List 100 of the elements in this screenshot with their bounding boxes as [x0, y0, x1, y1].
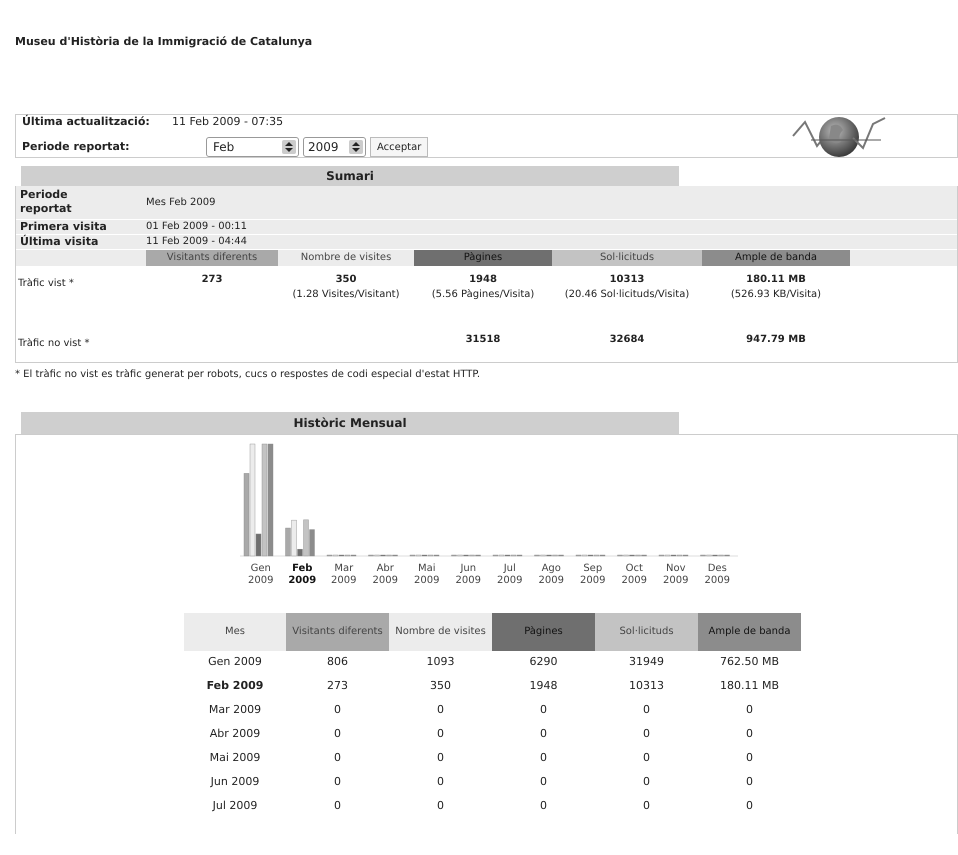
table-cell-text: 0: [745, 798, 754, 814]
section-header: Històric Mensual: [21, 412, 679, 434]
year-label: 2009: [663, 574, 688, 586]
cell-detail: (20.46 Sol·licituds/Visita): [564, 288, 690, 302]
table-cell-text: 0: [539, 774, 548, 790]
column-header: Ample de banda: [698, 612, 801, 650]
update-time: 11 Feb 2009 - 07:35: [172, 114, 284, 130]
column-header: Visitants diferents: [286, 612, 389, 650]
month-label: Jun: [460, 562, 476, 574]
table-cell-text: 180.11 MB: [718, 678, 780, 694]
cell-detail: (1.28 Visites/Visitant): [292, 288, 400, 302]
year-label: 2009: [704, 574, 730, 586]
month-cell-text: Feb 2009: [206, 678, 264, 694]
column-header: Sol·licituds: [595, 612, 698, 650]
cell-value: 273: [202, 272, 222, 286]
table-cell-text: 0: [539, 750, 548, 766]
accept-button[interactable]: Acceptar: [370, 137, 428, 158]
table-cell-text: 762.50 MB: [718, 654, 780, 670]
table-cell-text: 0: [642, 798, 651, 814]
row-label: Última visita: [19, 234, 100, 248]
year-label: 2009: [538, 574, 564, 586]
year-label: 2009: [456, 574, 481, 586]
column-header: Pàgines: [414, 250, 552, 266]
table-cell-text: 0: [333, 726, 342, 742]
month-label: Mai: [418, 562, 436, 574]
cell-value: 947.79 MB: [746, 332, 806, 346]
cell-detail: (526.93 KB/Visita): [730, 288, 822, 302]
column-header: Sol·licituds: [552, 250, 702, 266]
month-label: Mar: [334, 562, 354, 574]
year-label: 2009: [288, 574, 316, 586]
year-select[interactable]: 2009: [303, 137, 366, 158]
table-cell-text: 0: [333, 750, 342, 766]
cell-value: 31518: [466, 332, 500, 346]
table-cell-text: 0: [539, 798, 548, 814]
field-label: Periode reportat:: [22, 139, 131, 155]
year-label: 2009: [580, 574, 606, 586]
month-cell-text: Jun 2009: [209, 774, 260, 790]
row-label: Tràfic no vist *: [17, 336, 90, 350]
table-cell-text: 0: [642, 750, 651, 766]
month-label: Abr: [376, 562, 394, 574]
row-label: Tràfic vist *: [17, 276, 75, 290]
table-cell-text: 0: [642, 774, 651, 790]
row-label: Periode reportat: [19, 188, 73, 216]
row-value: 01 Feb 2009 - 00:11: [146, 220, 248, 234]
column-header: Mes: [184, 612, 286, 650]
row-label: Primera visita: [19, 220, 108, 234]
spinner-arrows-icon: [349, 140, 363, 154]
month-cell-text: Mar 2009: [208, 702, 262, 718]
month-label: Sep: [583, 562, 602, 574]
table-cell-text: 350: [429, 678, 452, 694]
year-label: 2009: [248, 574, 274, 586]
table-cell-text: 0: [333, 774, 342, 790]
year-label: 2009: [414, 574, 440, 586]
month-cell-text: Jul 2009: [211, 798, 258, 814]
table-cell-text: 0: [745, 774, 754, 790]
table-cell-text: 0: [333, 702, 342, 718]
year-label: 2009: [497, 574, 522, 586]
table-cell-text: 0: [745, 702, 754, 718]
year-label: 2009: [331, 574, 356, 586]
month-cell-text: Mai 2009: [208, 750, 262, 766]
table-cell-text: 1093: [426, 654, 456, 670]
month-label: Des: [708, 562, 727, 574]
table-cell-text: 0: [539, 726, 548, 742]
year-label: 2009: [372, 574, 398, 586]
year-label: 2009: [622, 574, 647, 586]
table-cell-text: 0: [436, 750, 445, 766]
field-label: Última actualització:: [22, 114, 151, 130]
table-cell-text: 0: [333, 798, 342, 814]
table-cell-text: 0: [539, 702, 548, 718]
table-cell-text: 0: [436, 798, 445, 814]
column-header: Visitants diferents: [146, 250, 278, 266]
footnote: * El tràfic no vist es tràfic generat per robots, cucs o respostes de codi especial d'estat HTTP.: [15, 368, 482, 382]
table-cell-text: 0: [642, 702, 651, 718]
month-label: Feb: [292, 562, 312, 574]
row-value: 11 Feb 2009 - 04:44: [146, 235, 248, 249]
month-label: Oct: [626, 562, 643, 574]
spinner-arrows-icon: [282, 140, 296, 154]
table-cell-text: 0: [745, 750, 754, 766]
column-header: Ample de banda: [702, 250, 850, 266]
table-cell-text: 0: [436, 702, 445, 718]
table-cell-text: 273: [326, 678, 349, 694]
month-label: Gen: [250, 562, 271, 574]
column-header: Nombre de visites: [389, 612, 492, 650]
table-cell-text: 0: [436, 726, 445, 742]
page-title: Museu d'Història de la Immigració de Catalunya: [15, 34, 314, 50]
cell-value: 32684: [610, 332, 644, 346]
cell-value: 350: [336, 272, 356, 286]
table-cell-text: 0: [745, 726, 754, 742]
table-cell-text: 0: [642, 726, 651, 742]
cell-value: 1948: [469, 272, 497, 286]
month-cell-text: Gen 2009: [207, 654, 263, 670]
month-label: Nov: [666, 562, 686, 574]
cell-value: 10313: [610, 272, 644, 286]
table-cell-text: 6290: [528, 654, 558, 670]
cell-detail: (5.56 Pàgines/Visita): [432, 288, 534, 302]
section-header: Sumari: [21, 166, 679, 186]
month-select[interactable]: Feb: [206, 137, 299, 158]
table-cell-text: 806: [326, 654, 349, 670]
month-label: Jul: [504, 562, 516, 574]
table-cell-text: 0: [436, 774, 445, 790]
